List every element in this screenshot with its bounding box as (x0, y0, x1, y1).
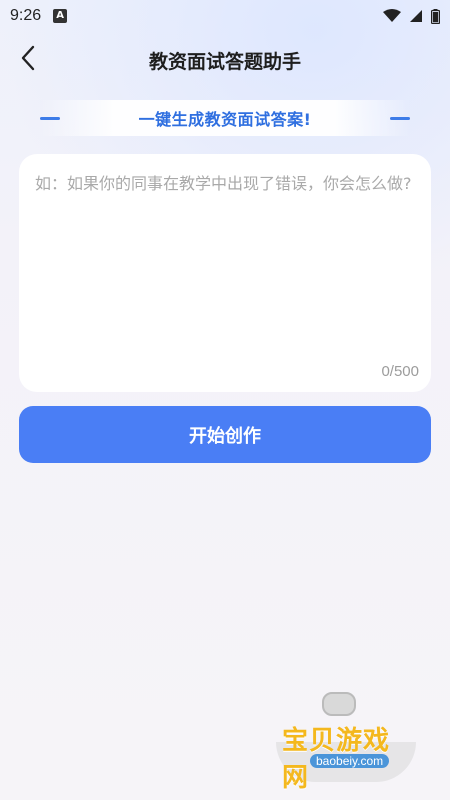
chevron-left-icon (21, 45, 35, 71)
watermark-url: baobeiy.com (310, 754, 390, 768)
start-create-button[interactable]: 开始创作 (19, 406, 431, 463)
question-input-card: 0/500 (19, 154, 431, 392)
signal-icon (410, 10, 422, 22)
status-bar: 9:26 A (0, 0, 450, 32)
watermark-logo: 宝贝游戏网 baobeiy.com (276, 692, 416, 793)
banner: 一键生成教资面试答案! (40, 100, 410, 136)
battery-icon (431, 8, 440, 24)
wifi-icon (383, 9, 401, 22)
status-time: 9:26 (10, 7, 42, 24)
banner-line-right (390, 117, 410, 120)
page-title: 教资面试答题助手 (148, 50, 301, 73)
status-icons (383, 8, 440, 24)
banner-line-left (40, 117, 60, 120)
app-notification-icon: A (53, 9, 68, 23)
char-count: 0/500 (381, 363, 419, 380)
gamepad-icon (322, 692, 356, 716)
banner-text: 一键生成教资面试答案! (138, 110, 312, 129)
nav-bar: 教资面试答题助手 (0, 34, 450, 86)
back-button[interactable] (10, 40, 46, 76)
question-input[interactable] (35, 170, 415, 360)
